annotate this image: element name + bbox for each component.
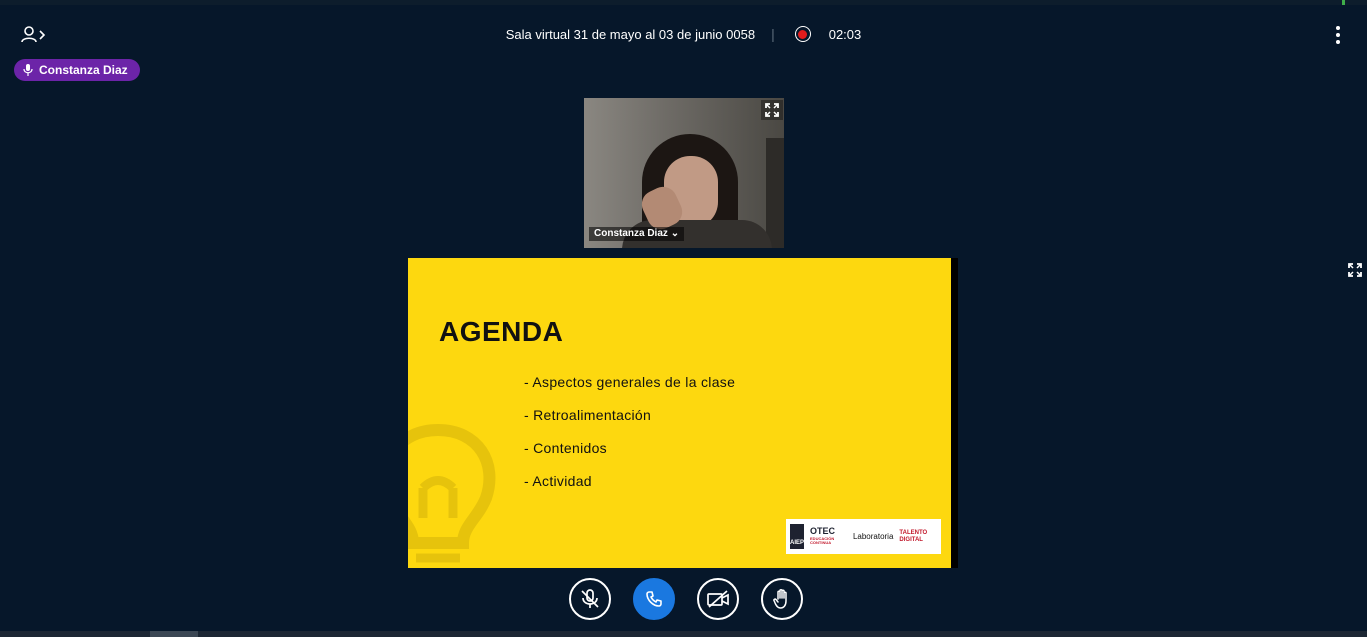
phone-icon xyxy=(645,591,662,607)
microphone-icon xyxy=(23,64,33,76)
webcam-participant-name[interactable]: Constanza Diaz ⌄ xyxy=(589,227,685,241)
agenda-item: - Retroalimentación xyxy=(524,407,652,423)
talking-indicator-name: Constanza Diaz xyxy=(39,63,128,77)
talento-digital-logo: TALENTO DIGITAL xyxy=(899,529,928,543)
webcam-video xyxy=(584,98,784,248)
horizontal-scrollbar[interactable] xyxy=(0,631,1367,637)
media-controls xyxy=(0,578,1367,620)
otec-logo: OTEC EDUCACIÓN CONTINUA xyxy=(810,526,836,546)
lightbulb-icon xyxy=(408,423,496,563)
sponsor-logos: AIEP OTEC EDUCACIÓN CONTINUA Laboratoria… xyxy=(786,519,941,554)
leave-audio-button[interactable] xyxy=(632,578,675,620)
top-strip xyxy=(0,0,1367,5)
scrollbar-thumb[interactable] xyxy=(150,631,198,637)
talking-indicator[interactable]: Constanza Diaz xyxy=(14,59,140,81)
meeting-header: Sala virtual 31 de mayo al 03 de junio 0… xyxy=(0,26,1367,44)
expand-icon xyxy=(765,103,779,117)
top-strip-accent xyxy=(1342,0,1345,5)
hand-icon xyxy=(772,589,787,609)
header-separator: | xyxy=(771,26,775,42)
agenda-item: - Aspectos generales de la clase xyxy=(524,374,736,390)
slide-edge xyxy=(951,258,958,568)
camera-off-icon xyxy=(706,590,729,608)
fullscreen-presentation-button[interactable] xyxy=(1344,260,1366,280)
share-webcam-button[interactable] xyxy=(696,578,739,620)
agenda-item: - Contenidos xyxy=(524,440,607,456)
recording-icon[interactable] xyxy=(794,26,811,42)
recording-timer: 02:03 xyxy=(828,26,862,42)
aiep-logo: AIEP xyxy=(790,524,805,549)
agenda-list: - Aspectos generales de la clase - Retro… xyxy=(524,372,735,504)
microphone-off-icon xyxy=(580,589,599,608)
raise-hand-button[interactable] xyxy=(760,578,803,620)
mute-button[interactable] xyxy=(568,578,611,620)
fullscreen-video-button[interactable] xyxy=(761,100,783,120)
more-options-button[interactable] xyxy=(1331,24,1345,46)
expand-icon xyxy=(1348,263,1362,277)
agenda-item: - Actividad xyxy=(524,473,592,489)
laboratoria-logo: Laboratoria xyxy=(852,532,894,541)
presentation-slide: AGENDA - Aspectos generales de la clase … xyxy=(408,258,951,568)
more-options-icon xyxy=(1336,26,1340,30)
slide-title: AGENDA xyxy=(439,316,564,347)
meeting-title: Sala virtual 31 de mayo al 03 de junio 0… xyxy=(505,26,756,42)
